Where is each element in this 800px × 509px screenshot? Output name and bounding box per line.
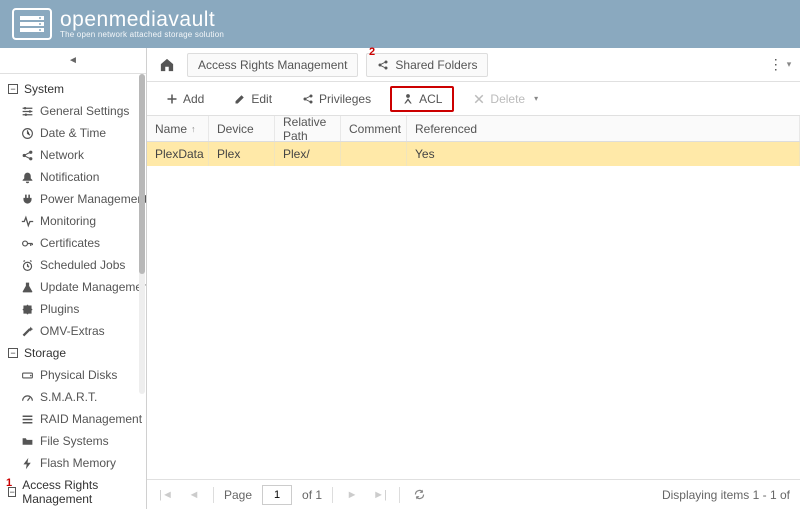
sidebar: ◄ −SystemGeneral SettingsDate & TimeNetw… — [0, 48, 147, 509]
nav-item[interactable]: Scheduled Jobs — [0, 254, 146, 276]
plus-icon — [166, 93, 178, 105]
nav-item[interactable]: Monitoring — [0, 210, 146, 232]
alarm-icon — [20, 258, 34, 272]
cell-name: PlexData — [147, 142, 209, 166]
pager: |◄ ◄ Page of 1 ► ►| Displaying items 1 -… — [147, 479, 800, 509]
brand: openmediavault The open network attached… — [60, 9, 224, 39]
last-page-button: ►| — [371, 486, 389, 504]
nav-item[interactable]: Certificates — [0, 232, 146, 254]
dashboard-icon — [20, 390, 34, 404]
toolbar: 2 Add Edit Privileges ACL Delete ▾ — [147, 82, 800, 116]
column-name[interactable]: Name ↑ — [147, 116, 209, 141]
share-icon — [377, 59, 389, 71]
magic-icon — [20, 324, 34, 338]
nav-item[interactable]: Notification — [0, 166, 146, 188]
hdd-icon — [20, 368, 34, 382]
delete-label: Delete — [490, 92, 525, 106]
nav-item[interactable]: RAID Management — [0, 408, 146, 430]
app-header: openmediavault The open network attached… — [0, 0, 800, 48]
acl-button[interactable]: ACL — [390, 86, 454, 112]
breadcrumb-label: Shared Folders — [395, 58, 477, 72]
key-icon — [20, 236, 34, 250]
x-icon — [473, 93, 485, 105]
cell-path: Plex/ — [275, 142, 341, 166]
nav-item[interactable]: Flash Memory — [0, 452, 146, 474]
nav-item[interactable]: Plugins — [0, 298, 146, 320]
folder-icon — [20, 434, 34, 448]
cell-device: Plex — [209, 142, 275, 166]
breadcrumb-access-rights[interactable]: Access Rights Management — [187, 53, 358, 77]
nav-item[interactable]: Date & Time — [0, 122, 146, 144]
cell-referenced: Yes — [407, 142, 800, 166]
page-of-label: of 1 — [302, 488, 322, 502]
nav-group-header[interactable]: −Storage — [0, 342, 146, 364]
privileges-label: Privileges — [319, 92, 371, 106]
edit-label: Edit — [251, 92, 272, 106]
expand-icon: − — [8, 84, 18, 94]
pulse-icon — [20, 214, 34, 228]
pager-status: Displaying items 1 - 1 of — [662, 488, 790, 502]
breadcrumb-shared-folders[interactable]: Shared Folders — [366, 53, 488, 77]
prev-page-button: ◄ — [185, 486, 203, 504]
nav-item[interactable]: S.M.A.R.T. — [0, 386, 146, 408]
table-header: Name ↑ Device Relative Path Comment Refe… — [147, 116, 800, 142]
column-referenced[interactable]: Referenced — [407, 116, 800, 141]
column-comment[interactable]: Comment — [341, 116, 407, 141]
nav-item[interactable]: Update Management — [0, 276, 146, 298]
nav-group-header[interactable]: −System — [0, 78, 146, 100]
nav-item[interactable]: File Systems — [0, 430, 146, 452]
person-icon — [402, 93, 414, 105]
table-body: PlexData Plex Plex/ Yes — [147, 142, 800, 479]
add-button[interactable]: Add — [155, 87, 215, 111]
page-input[interactable] — [262, 485, 292, 505]
chevron-down-icon: ▾ — [534, 94, 538, 103]
annotation-2: 2 — [369, 46, 375, 58]
edit-button[interactable]: Edit — [223, 87, 283, 111]
privileges-button[interactable]: Privileges — [291, 87, 382, 111]
column-relative-path[interactable]: Relative Path — [275, 116, 341, 141]
bell-icon — [20, 170, 34, 184]
sidebar-scrollbar[interactable] — [139, 74, 145, 394]
first-page-button: |◄ — [157, 486, 175, 504]
home-button[interactable] — [155, 53, 179, 77]
refresh-button[interactable] — [410, 486, 428, 504]
bars-icon — [20, 412, 34, 426]
breadcrumb-label: Access Rights Management — [198, 58, 347, 72]
sliders-icon — [20, 104, 34, 118]
brand-title: openmediavault — [60, 9, 224, 30]
page-label: Page — [224, 488, 252, 502]
nav-item[interactable]: Network — [0, 144, 146, 166]
table-row[interactable]: PlexData Plex Plex/ Yes — [147, 142, 800, 166]
plug-icon — [20, 192, 34, 206]
nav-item[interactable]: Power Management — [0, 188, 146, 210]
annotation-1: 1 — [6, 477, 12, 489]
cell-comment — [341, 142, 407, 166]
edit-icon — [234, 93, 246, 105]
share-icon — [20, 148, 34, 162]
breadcrumb-bar: Access Rights Management Shared Folders … — [147, 48, 800, 82]
acl-label: ACL — [419, 92, 442, 106]
share-icon — [302, 93, 314, 105]
nav-item[interactable]: Physical Disks — [0, 364, 146, 386]
expand-icon: − — [8, 348, 18, 358]
nav-item[interactable]: OMV-Extras — [0, 320, 146, 342]
flask-icon — [20, 280, 34, 294]
add-label: Add — [183, 92, 204, 106]
puzzle-icon — [20, 302, 34, 316]
overflow-menu-button[interactable]: ⋮▾ — [768, 53, 792, 77]
main-panel: Access Rights Management Shared Folders … — [147, 48, 800, 509]
bolt-icon — [20, 456, 34, 470]
nav-item[interactable]: General Settings — [0, 100, 146, 122]
column-device[interactable]: Device — [209, 116, 275, 141]
delete-button: Delete ▾ — [462, 87, 549, 111]
next-page-button: ► — [343, 486, 361, 504]
sidebar-collapse-button[interactable]: ◄ — [0, 48, 146, 74]
nav-group-header[interactable]: −Access Rights Management — [0, 474, 146, 509]
sort-asc-icon: ↑ — [191, 124, 196, 134]
brand-subtitle: The open network attached storage soluti… — [60, 30, 224, 39]
logo-icon — [12, 8, 52, 40]
clock-icon — [20, 126, 34, 140]
